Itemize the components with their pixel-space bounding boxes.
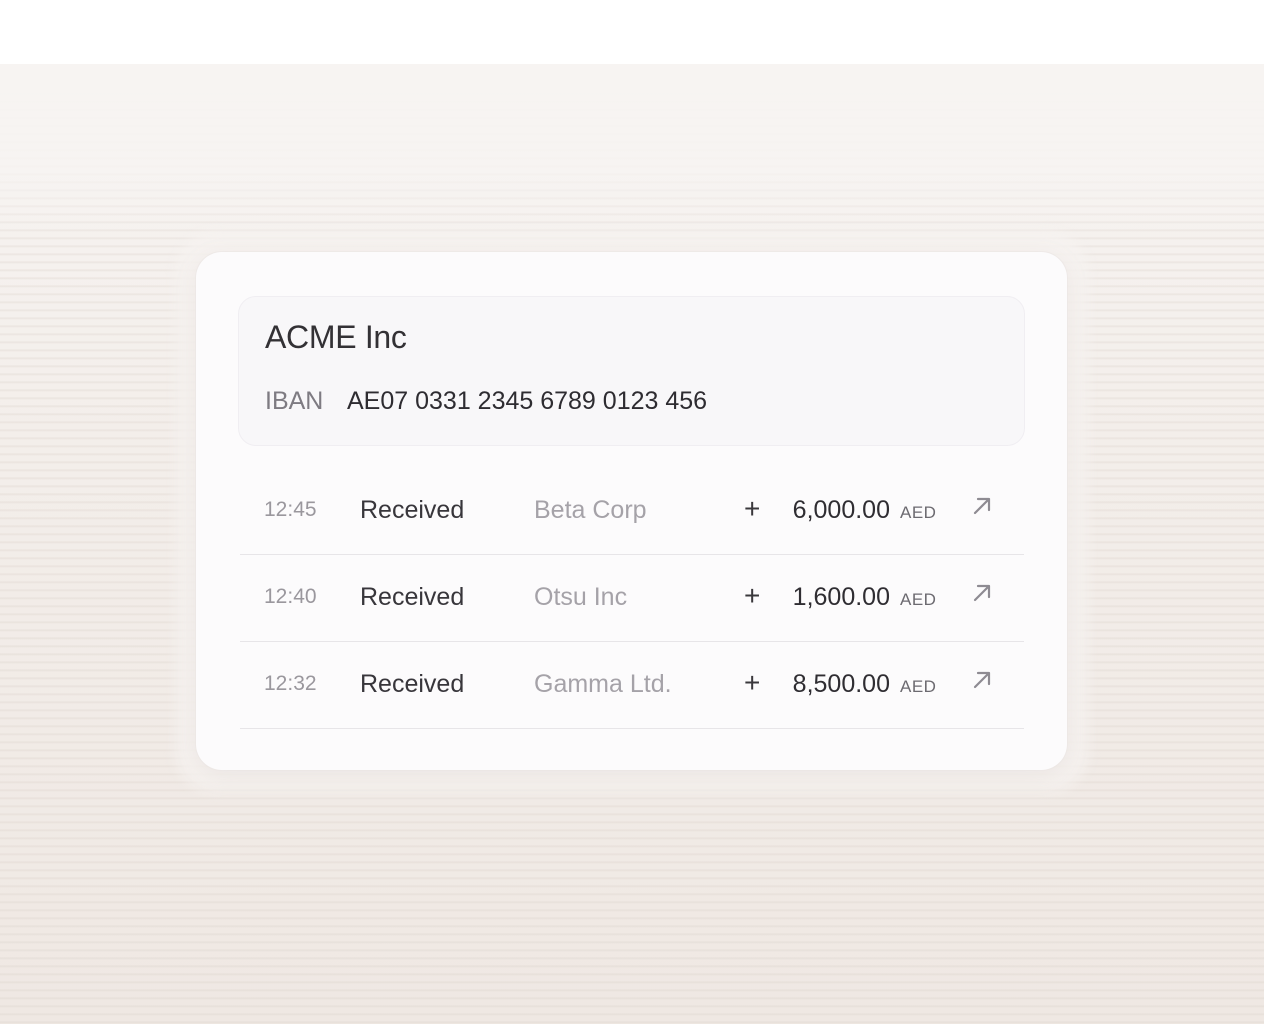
transaction-list: 12:45 Received Beta Corp + 6,000.00 AED … xyxy=(240,468,1024,729)
transaction-counterparty: Beta Corp xyxy=(534,496,647,524)
arrow-up-right-icon[interactable] xyxy=(970,494,994,518)
transaction-time: 12:45 xyxy=(264,498,317,521)
transaction-currency: AED xyxy=(900,503,937,522)
transaction-row[interactable]: 12:32 Received Gamma Ltd. + 8,500.00 AED xyxy=(240,642,1024,729)
transaction-status: Received xyxy=(360,583,465,611)
account-name: ACME Inc xyxy=(265,319,407,355)
transaction-counterparty: Gamma Ltd. xyxy=(534,670,672,698)
transaction-amount: 6,000.00 xyxy=(792,496,890,524)
transaction-currency: AED xyxy=(900,590,937,609)
transaction-time: 12:32 xyxy=(264,672,317,695)
transaction-amount: 8,500.00 xyxy=(792,670,890,698)
transaction-sign: + xyxy=(744,667,761,698)
arrow-up-right-icon[interactable] xyxy=(970,668,994,692)
transaction-counterparty: Otsu Inc xyxy=(534,583,628,611)
backdrop-fade xyxy=(0,64,1264,234)
transaction-status: Received xyxy=(360,496,465,524)
account-card: ACME Inc IBAN AE07 0331 2345 6789 0123 4… xyxy=(196,252,1067,770)
arrow-up-right-icon[interactable] xyxy=(970,581,994,605)
transaction-status: Received xyxy=(360,670,465,698)
transaction-row[interactable]: 12:45 Received Beta Corp + 6,000.00 AED xyxy=(240,468,1024,555)
top-strip xyxy=(0,0,1264,64)
transaction-currency: AED xyxy=(900,677,937,696)
transaction-amount: 1,600.00 xyxy=(792,583,890,611)
transaction-time: 12:40 xyxy=(264,585,317,608)
transaction-sign: + xyxy=(744,493,761,524)
transaction-row[interactable]: 12:40 Received Otsu Inc + 1,600.00 AED xyxy=(240,555,1024,642)
iban-value: AE07 0331 2345 6789 0123 456 xyxy=(347,387,708,415)
iban-label: IBAN xyxy=(265,387,324,415)
transaction-sign: + xyxy=(744,580,761,611)
account-summary-panel: ACME Inc IBAN AE07 0331 2345 6789 0123 4… xyxy=(238,296,1025,446)
